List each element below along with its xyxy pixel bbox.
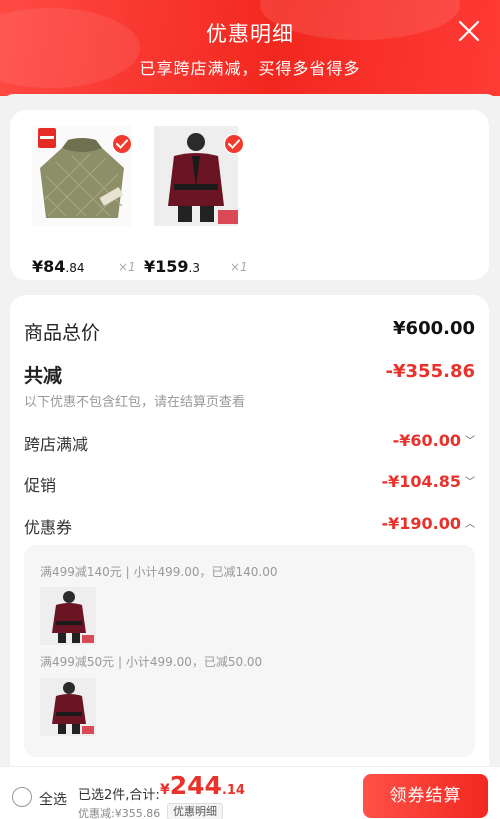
header: 优惠明细 已享跨店满减，买得多省得多 — [0, 0, 500, 96]
coupon-product-image — [40, 587, 96, 645]
product-quantity: ×1 — [118, 260, 136, 274]
promotion-value: -¥104.85 — [381, 472, 461, 491]
total-reduce-value: -¥355.86 — [385, 361, 475, 382]
cross-store-value: -¥60.00 — [392, 431, 461, 450]
discount-detail-button[interactable]: 优惠明细 — [167, 803, 223, 819]
cross-store-label: 跨店满减 — [24, 435, 89, 454]
checkout-bar: 全选 已选2件,合计: ¥244.14 优惠减:¥355.86 优惠明细 领券结… — [0, 766, 500, 819]
product-price: ¥159.3 — [144, 257, 200, 276]
total-price-label: 商品总价 — [24, 322, 101, 344]
coupon-label: 优惠券 — [24, 518, 73, 537]
pay-amount: ¥244.14 — [160, 771, 245, 800]
total-reduce-label: 共减 — [24, 365, 63, 387]
total-reduce-row: 共减 -¥355.86 — [24, 361, 475, 389]
checked-icon[interactable] — [112, 134, 132, 154]
total-price-row: 商品总价 ¥600.00 — [24, 318, 475, 346]
product-quantity: ×1 — [230, 260, 248, 274]
checked-icon[interactable] — [224, 134, 244, 154]
page-title: 优惠明细 — [206, 22, 294, 46]
coupon-rule: 满499减140元 | 小计499.00，已减140.00 — [40, 565, 278, 579]
cross-store-discount-row[interactable]: 跨店满减 -¥60.00 ﹀ — [24, 431, 475, 459]
selected-count-text: 已选2件,合计: — [78, 788, 160, 803]
coupon-detail-box: 满499减140元 | 小计499.00，已减140.00 满499减50元 |… — [24, 545, 475, 757]
coupon-row[interactable]: 优惠券 -¥190.00 ︿ — [24, 514, 475, 542]
total-price-value: ¥600.00 — [393, 318, 475, 339]
close-icon[interactable] — [456, 18, 482, 44]
checkout-button[interactable]: 领券结算 — [363, 774, 488, 818]
chevron-up-icon[interactable]: ︿ — [465, 515, 475, 530]
promotion-label: 促销 — [24, 476, 57, 495]
coupon-rule: 满499减50元 | 小计499.00，已减50.00 — [40, 655, 263, 669]
coupon-value: -¥190.00 — [381, 514, 461, 533]
select-all-checkbox[interactable] — [12, 787, 32, 807]
product-price: ¥84.84 — [32, 257, 85, 276]
products-card: ¥84.84 ×1 ¥159.3 ×1 — [10, 110, 489, 280]
page-subtitle: 已享跨店满减，买得多省得多 — [139, 59, 361, 78]
promotion-row[interactable]: 促销 -¥104.85 ﹀ — [24, 472, 475, 500]
coupon-product-image — [40, 678, 96, 736]
chevron-down-icon[interactable]: ﹀ — [465, 473, 475, 488]
discount-summary-card: 商品总价 ¥600.00 共减 -¥355.86 以下优惠不包含红包，请在结算页… — [10, 295, 489, 795]
chevron-down-icon[interactable]: ﹀ — [465, 432, 475, 447]
discount-note: 以下优惠不包含红包，请在结算页查看 — [24, 395, 246, 410]
content-area: ¥84.84 ×1 ¥159.3 ×1 商品总价 ¥600.00 共减 -¥35… — [0, 94, 500, 795]
select-all-label[interactable]: 全选 — [39, 789, 67, 809]
discount-amount-text: 优惠减:¥355.86 — [78, 807, 161, 819]
